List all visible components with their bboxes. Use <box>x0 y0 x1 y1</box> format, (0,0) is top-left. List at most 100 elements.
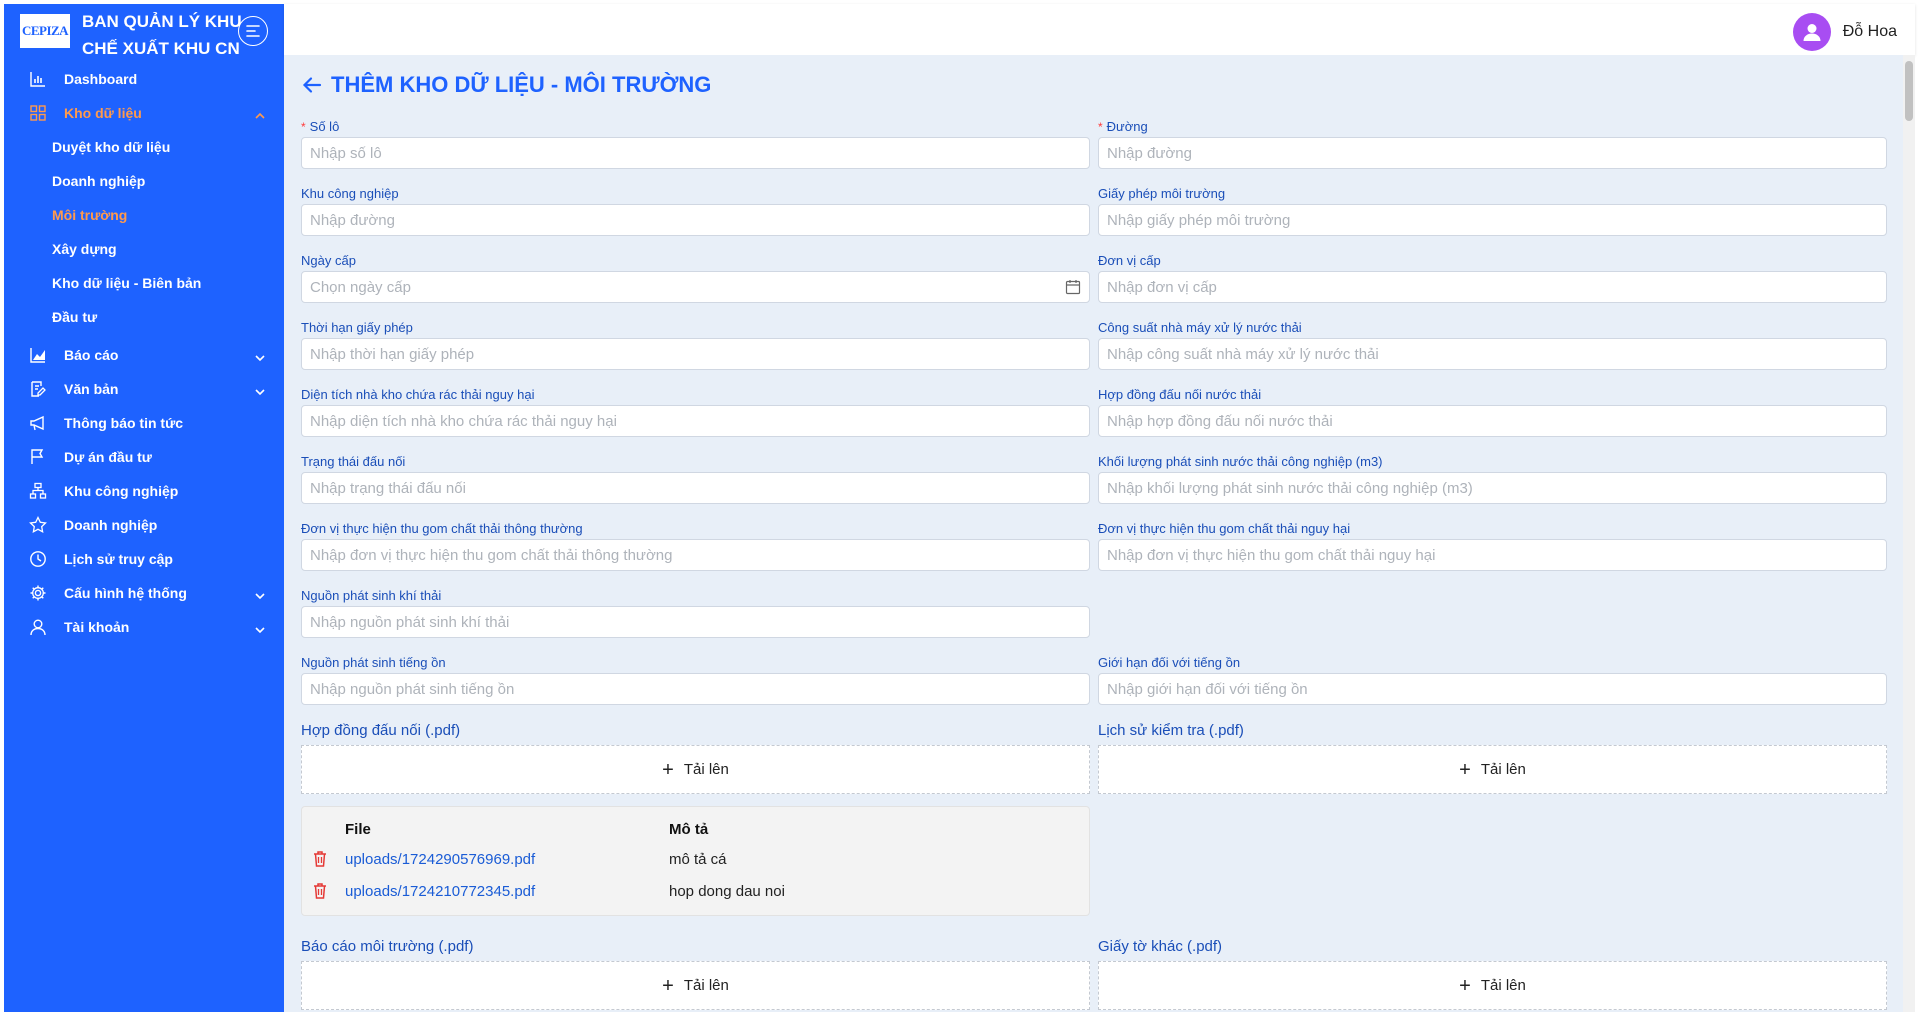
thoi-han-input[interactable] <box>310 345 1081 363</box>
star-icon <box>28 515 48 535</box>
file-table: File Mô tả uploads/1724290576969.pdf mô … <box>301 806 1090 916</box>
sidebar-item-cau-hinh[interactable]: Cấu hình hệ thống <box>4 576 284 610</box>
vertical-scrollbar[interactable] <box>1903 55 1915 1012</box>
chevron-down-icon[interactable] <box>254 587 266 603</box>
giay-phep-input[interactable] <box>1107 211 1878 229</box>
field-duong: * Đường <box>1098 117 1887 169</box>
upload-button-giay-to-khac[interactable]: + Tải lên <box>1098 961 1887 1010</box>
khu-cong-nghiep-input-wrapper <box>301 204 1090 236</box>
sidebar-item-kho-du-lieu[interactable]: Kho dữ liệu <box>4 96 284 130</box>
field-label: * Số lô <box>301 119 340 134</box>
brand-title: BAN QUẢN LÝ KHU CHẾ XUẤT KHU CN <box>82 8 242 62</box>
plus-icon: + <box>1459 974 1471 997</box>
sidebar-item-dashboard[interactable]: Dashboard <box>4 62 284 96</box>
field-label: Hợp đồng đấu nối nước thải <box>1098 387 1262 402</box>
chevron-down-icon[interactable] <box>254 621 266 637</box>
field-trang-thai: Trạng thái đấu nối <box>301 452 1090 504</box>
dien-tich-input[interactable] <box>310 412 1081 430</box>
sub-item-moi-truong[interactable]: Môi trường <box>4 198 284 232</box>
sidebar-item-label: Dashboard <box>64 71 138 87</box>
duong-input[interactable] <box>1107 144 1878 162</box>
user-icon <box>28 617 48 637</box>
khu-cong-nghiep-input[interactable] <box>310 211 1081 229</box>
field-label: Đơn vị cấp <box>1098 253 1161 268</box>
sub-item-bien-ban[interactable]: Kho dữ liệu - Biên bản <box>4 266 284 300</box>
thu-gom-nguy-hai-input-wrapper <box>1098 539 1887 571</box>
scrollbar-thumb[interactable] <box>1905 61 1913 121</box>
sidebar-item-label: Dự án đầu tư <box>64 449 152 465</box>
field-label: Ngày cấp <box>301 253 356 268</box>
sidebar-item-label: Doanh nghiệp <box>64 517 158 533</box>
megaphone-icon <box>28 413 48 433</box>
file-link[interactable]: uploads/1724290576969.pdf <box>345 851 535 868</box>
sidebar-item-van-ban[interactable]: Văn bản <box>4 372 284 406</box>
field-khi-thai: Nguồn phát sinh khí thải <box>301 586 1090 638</box>
field-label: Thời hạn giấy phép <box>301 320 413 335</box>
trang-thai-input[interactable] <box>310 479 1081 497</box>
sidebar-item-lich-su[interactable]: Lịch sử truy cập <box>4 542 284 576</box>
sub-item-duyet-kho[interactable]: Duyệt kho dữ liệu <box>4 130 284 164</box>
field-label: Giới hạn đối với tiếng ồn <box>1098 655 1241 670</box>
field-label: Nguồn phát sinh tiếng ồn <box>301 655 446 670</box>
sidebar-item-label: Kho dữ liệu <box>64 105 142 121</box>
trash-icon[interactable] <box>312 882 328 905</box>
sub-item-dau-tu[interactable]: Đầu tư <box>4 300 284 334</box>
brand: CEPIZA BAN QUẢN LÝ KHU CHẾ XUẤT KHU CN <box>4 4 284 58</box>
chevron-up-icon[interactable] <box>254 107 266 123</box>
sidebar-item-du-an[interactable]: Dự án đầu tư <box>4 440 284 474</box>
upload-button-bao-cao[interactable]: + Tải lên <box>301 961 1090 1010</box>
field-label: Giấy phép môi trường <box>1098 186 1226 201</box>
chevron-down-icon[interactable] <box>254 383 266 399</box>
field-label: Khu công nghiệp <box>301 186 399 201</box>
file-link[interactable]: uploads/1724210772345.pdf <box>345 883 535 900</box>
upload-button-hop-dong[interactable]: + Tải lên <box>301 745 1090 794</box>
don-vi-cap-input[interactable] <box>1107 278 1878 296</box>
upload-button-lich-su[interactable]: + Tải lên <box>1098 745 1887 794</box>
tieng-on-input[interactable] <box>310 680 1081 698</box>
plus-icon: + <box>1459 758 1471 781</box>
clock-icon <box>28 549 48 569</box>
logo[interactable]: CEPIZA <box>20 14 70 48</box>
field-tieng-on: Nguồn phát sinh tiếng ồn <box>301 653 1090 705</box>
brand-line-2: CHẾ XUẤT KHU CN <box>82 39 240 58</box>
top-bar: Đỗ Hoa <box>284 4 1915 55</box>
field-thoi-han: Thời hạn giấy phép <box>301 318 1090 370</box>
sidebar: CEPIZA BAN QUẢN LÝ KHU CHẾ XUẤT KHU CN D… <box>4 4 284 1012</box>
khoi-luong-input[interactable] <box>1107 479 1878 497</box>
back-arrow-icon[interactable] <box>301 73 325 97</box>
document-edit-icon <box>28 379 48 399</box>
ngay-cap-date-picker[interactable] <box>310 278 1081 296</box>
field-label: Công suất nhà máy xử lý nước thải <box>1098 320 1302 335</box>
gioi-han-on-input[interactable] <box>1107 680 1878 698</box>
sub-item-xay-dung[interactable]: Xây dựng <box>4 232 284 266</box>
field-label: Diện tích nhà kho chứa rác thải nguy hại <box>301 387 535 402</box>
so-lo-input[interactable] <box>310 144 1081 162</box>
sidebar-item-thong-bao[interactable]: Thông báo tin tức <box>4 406 284 440</box>
field-hop-dong-dau-noi: Hợp đồng đấu nối nước thải <box>1098 385 1887 437</box>
sub-item-doanh-nghiep[interactable]: Doanh nghiệp <box>4 164 284 198</box>
field-khoi-luong: Khối lượng phát sinh nước thải công nghi… <box>1098 452 1887 504</box>
khi-thai-input-wrapper <box>301 606 1090 638</box>
thoi-han-input-wrapper <box>301 338 1090 370</box>
brand-line-1: BAN QUẢN LÝ KHU <box>82 12 242 31</box>
khi-thai-input[interactable] <box>310 613 1081 631</box>
sidebar-item-doanh-nghiep[interactable]: Doanh nghiệp <box>4 508 284 542</box>
sidebar-item-bao-cao[interactable]: Báo cáo <box>4 338 284 372</box>
sidebar-item-label: Cấu hình hệ thống <box>64 585 187 601</box>
chevron-down-icon[interactable] <box>254 349 266 365</box>
cong-suat-input[interactable] <box>1107 345 1878 363</box>
calendar-icon[interactable] <box>1065 279 1081 299</box>
menu-toggle-icon[interactable] <box>238 16 268 46</box>
duong-input-wrapper <box>1098 137 1887 169</box>
user-menu[interactable]: Đỗ Hoa <box>1792 13 1897 51</box>
gear-icon <box>28 583 48 603</box>
grid-icon <box>28 103 48 123</box>
thu-gom-thuong-input[interactable] <box>310 546 1081 564</box>
thu-gom-nguy-hai-input[interactable] <box>1107 546 1878 564</box>
trash-icon[interactable] <box>312 850 328 873</box>
sidebar-item-khu-cong-nghiep[interactable]: Khu công nghiệp <box>4 474 284 508</box>
field-label: * Đường <box>1098 119 1148 134</box>
sidebar-item-tai-khoan[interactable]: Tài khoản <box>4 610 284 644</box>
hop-dong-dau-noi-input[interactable] <box>1107 412 1878 430</box>
avatar[interactable] <box>1792 13 1831 51</box>
